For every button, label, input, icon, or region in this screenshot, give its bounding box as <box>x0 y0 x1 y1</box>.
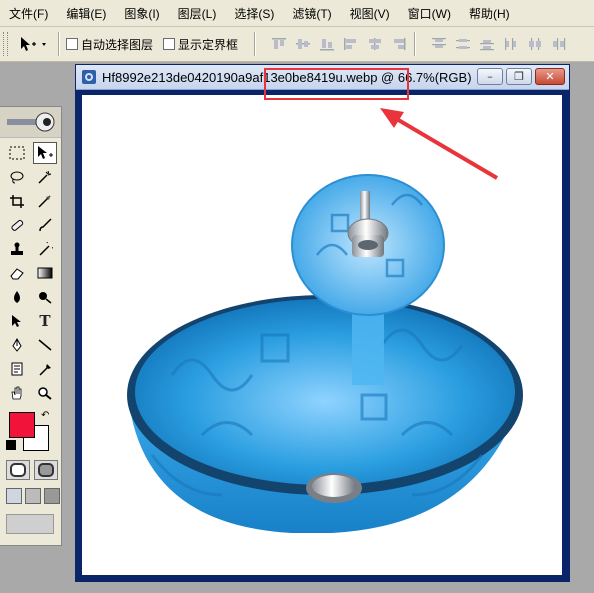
align-right-icon[interactable] <box>390 36 408 52</box>
history-brush-icon[interactable] <box>33 238 57 260</box>
menu-window[interactable]: 窗口(W) <box>399 5 460 22</box>
menu-view[interactable]: 视图(V) <box>341 5 399 22</box>
faucet-hole <box>358 240 378 250</box>
separator <box>414 32 417 56</box>
swap-colors-icon[interactable]: ↶ <box>41 410 49 421</box>
document-title: Hf8992e213de0420190a9af13e0be8419u.webp … <box>102 69 472 85</box>
tool-preset-picker[interactable] <box>18 35 52 53</box>
align-top-icon[interactable] <box>270 36 288 52</box>
blur-icon[interactable] <box>5 286 29 308</box>
distribute-bottom-icon[interactable] <box>478 36 496 52</box>
eraser-icon[interactable] <box>5 262 29 284</box>
jump-to-imageready-button[interactable] <box>6 514 54 534</box>
separator <box>254 32 257 56</box>
pen-icon[interactable] <box>5 334 29 356</box>
show-bounding-box-label: 显示定界框 <box>178 37 239 52</box>
align-bottom-icon[interactable] <box>318 36 336 52</box>
line-icon[interactable] <box>33 334 57 356</box>
menu-image[interactable]: 图象(I) <box>115 5 168 22</box>
lasso-icon[interactable] <box>5 166 29 188</box>
notes-icon[interactable] <box>5 358 29 380</box>
fullscreen-icon[interactable] <box>44 488 60 504</box>
options-bar: 自动选择图层 显示定界框 <box>0 27 594 62</box>
auto-select-layer-label: 自动选择图层 <box>81 37 154 52</box>
healing-icon[interactable] <box>5 214 29 236</box>
toolbox-header[interactable] <box>0 107 61 138</box>
gradient-icon[interactable] <box>33 262 57 284</box>
zoom-icon[interactable] <box>33 382 57 404</box>
sink-image <box>127 174 523 533</box>
distribute-vcenter-icon[interactable] <box>454 36 472 52</box>
foreground-color-swatch[interactable] <box>9 412 35 438</box>
distribute-top-icon[interactable] <box>430 36 448 52</box>
toolbox: T ↶ <box>0 106 62 546</box>
checkbox-box[interactable] <box>163 38 176 50</box>
menu-help[interactable]: 帮助(H) <box>460 5 519 22</box>
menu-layer[interactable]: 图层(L) <box>169 5 226 22</box>
fullscreen-menu-icon[interactable] <box>25 488 41 504</box>
default-colors-icon[interactable] <box>6 440 16 450</box>
align-vcenter-icon[interactable] <box>294 36 312 52</box>
align-buttons <box>270 36 408 52</box>
show-bounding-box-checkbox[interactable]: 显示定界框 <box>163 36 238 53</box>
crop-icon[interactable] <box>5 190 29 212</box>
close-button[interactable]: ✕ <box>535 68 565 85</box>
toolbar-grip[interactable] <box>3 32 8 56</box>
hand-icon[interactable] <box>5 382 29 404</box>
screen-mode-row <box>6 488 61 504</box>
stamp-icon[interactable] <box>5 238 29 260</box>
distribute-left-icon[interactable] <box>502 36 520 52</box>
type-icon[interactable]: T <box>33 310 57 332</box>
color-swatches: ↶ <box>4 410 61 456</box>
distribute-right-icon[interactable] <box>550 36 568 52</box>
quick-mask-button[interactable] <box>34 460 58 480</box>
eyedropper-icon[interactable] <box>33 358 57 380</box>
standard-mode-button[interactable] <box>6 460 30 480</box>
image-canvas[interactable] <box>82 95 562 575</box>
align-left-icon[interactable] <box>342 36 360 52</box>
photoshop-doc-icon <box>82 70 96 84</box>
menu-select[interactable]: 选择(S) <box>225 5 283 22</box>
marquee-icon[interactable] <box>5 142 29 164</box>
document-titlebar[interactable]: Hf8992e213de0420190a9af13e0be8419u.webp … <box>76 65 569 90</box>
brush-icon[interactable] <box>33 214 57 236</box>
dodge-icon[interactable] <box>33 286 57 308</box>
minimize-button[interactable]: – <box>477 68 503 85</box>
move-tool-icon <box>21 37 46 51</box>
menu-filter[interactable]: 滤镜(T) <box>283 5 340 22</box>
align-hcenter-icon[interactable] <box>366 36 384 52</box>
standard-screen-icon[interactable] <box>6 488 22 504</box>
restore-button[interactable]: ❐ <box>506 68 532 85</box>
move-icon[interactable] <box>33 142 57 164</box>
menu-edit[interactable]: 编辑(E) <box>57 5 115 22</box>
drain-cap <box>312 475 356 497</box>
magic-wand-icon[interactable] <box>33 166 57 188</box>
window-controls: – ❐ ✕ <box>477 68 565 85</box>
separator <box>58 32 60 56</box>
edit-mode-row <box>6 460 61 480</box>
distribute-buttons <box>430 36 568 52</box>
menu-file[interactable]: 文件(F) <box>0 5 57 22</box>
bowl-inner <box>135 299 515 485</box>
path-select-icon[interactable] <box>5 310 29 332</box>
menu-bar: 文件(F) 编辑(E) 图象(I) 图层(L) 选择(S) 滤镜(T) 视图(V… <box>0 0 594 27</box>
distribute-hcenter-icon[interactable] <box>526 36 544 52</box>
document-window: Hf8992e213de0420190a9af13e0be8419u.webp … <box>75 64 570 582</box>
auto-select-layer-checkbox[interactable]: 自动选择图层 <box>66 36 153 53</box>
tool-grid: T <box>0 138 61 404</box>
checkbox-box[interactable] <box>66 38 78 50</box>
slice-icon[interactable] <box>33 190 57 212</box>
eye-logo-icon <box>6 112 54 132</box>
